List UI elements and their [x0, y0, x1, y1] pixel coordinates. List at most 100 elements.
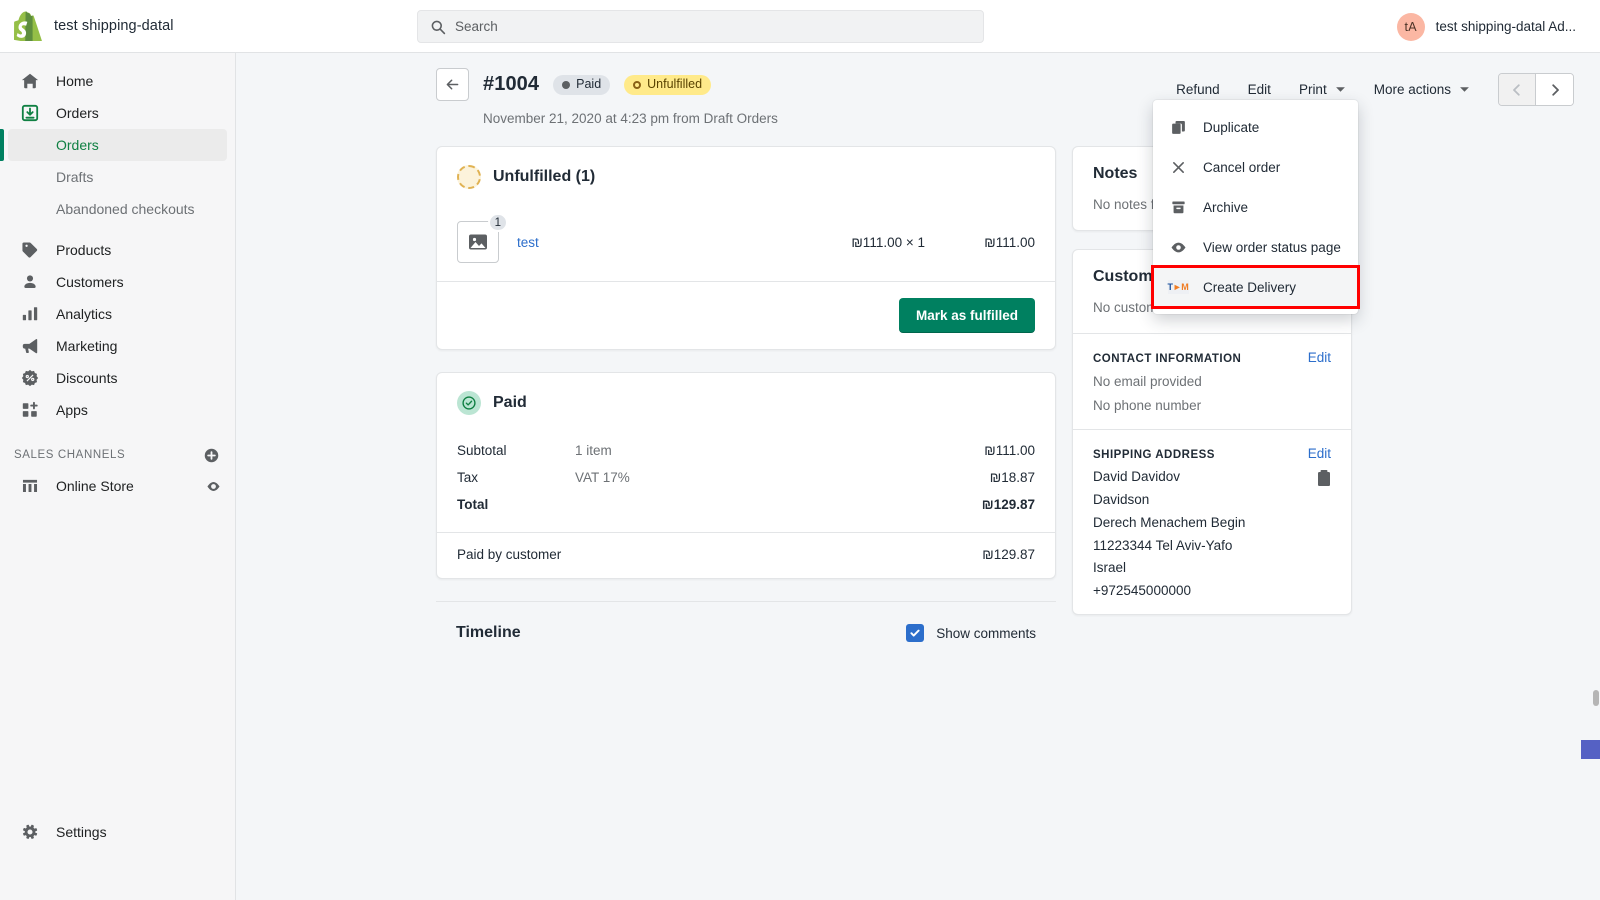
preview-store-icon[interactable]	[206, 479, 221, 494]
shipping-address-line: 11223344 Tel Aviv-Yafo	[1093, 537, 1233, 553]
analytics-icon	[20, 304, 40, 324]
sidebar-item-apps[interactable]: Apps	[8, 394, 227, 426]
previous-order-button[interactable]	[1499, 74, 1536, 105]
menu-item-cancel-order[interactable]: Cancel order	[1153, 147, 1358, 187]
shopify-admin-order-page: test shipping-datal Search tA test shipp…	[0, 0, 1600, 900]
status-dot-hollow	[633, 80, 642, 89]
sidebar-item-label: Apps	[56, 402, 88, 418]
discounts-icon	[20, 368, 40, 388]
sidebar-item-home[interactable]: Home	[8, 65, 227, 97]
print-label: Print	[1298, 82, 1327, 97]
sidebar-item-orders[interactable]: Orders	[8, 97, 227, 129]
order-pager	[1498, 73, 1574, 106]
totals-amount: ₪111.00	[984, 443, 1035, 458]
totals-row: Tax VAT 17% ₪18.87	[457, 464, 1035, 491]
scrollbar-thumb[interactable]	[1593, 690, 1599, 706]
products-icon	[20, 240, 40, 260]
paid-by-customer-amount: ₪129.87	[982, 547, 1035, 562]
sidebar-item-label: Orders	[56, 105, 99, 121]
eye-icon	[1168, 239, 1188, 256]
show-comments-checkbox[interactable]	[906, 624, 925, 642]
payment-card-title: Paid	[493, 394, 527, 411]
menu-item-label: Duplicate	[1203, 119, 1260, 135]
totals-amount: ₪18.87	[989, 470, 1035, 485]
shipping-address-line: Davidson	[1093, 492, 1150, 508]
refund-button[interactable]: Refund	[1162, 76, 1234, 103]
sidebar-item-discounts[interactable]: Discounts	[8, 362, 227, 394]
sidebar-item-label: Analytics	[56, 306, 113, 322]
print-button[interactable]: Print	[1285, 76, 1360, 103]
store-name: test shipping-datal	[54, 18, 174, 34]
show-comments-label: Show comments	[936, 625, 1036, 641]
sidebar-item-drafts[interactable]: Drafts	[8, 161, 227, 193]
next-order-button[interactable]	[1536, 74, 1573, 105]
menu-item-archive[interactable]: Archive	[1153, 187, 1358, 227]
menu-item-create-delivery[interactable]: T ►M Create Delivery	[1151, 265, 1360, 309]
payment-card-header: Paid	[437, 373, 1055, 433]
customers-icon	[20, 272, 40, 292]
menu-item-label: Archive	[1203, 199, 1249, 215]
shipping-address-line: Derech Menachem Begin	[1093, 514, 1246, 530]
sidebar-item-label: Home	[56, 73, 94, 89]
archive-icon	[1168, 199, 1188, 216]
sidebar-item-label: Online Store	[56, 478, 134, 494]
sidebar-item-products[interactable]: Products	[8, 234, 227, 266]
line-item-unit-price: ₪111.00 × 1	[851, 234, 925, 250]
fulfillment-card-title: Unfulfilled (1)	[493, 168, 596, 185]
totals-row: Total ₪129.87	[457, 491, 1035, 518]
fulfillment-card: Unfulfilled (1) 1 test ₪111.00 × 1 ₪111.…	[436, 146, 1056, 350]
shopify-logo-icon	[14, 11, 42, 41]
online-store-icon	[20, 476, 40, 496]
sidebar-item-abandoned-checkouts[interactable]: Abandoned checkouts	[8, 193, 227, 225]
copy-address-icon[interactable]	[1317, 470, 1331, 487]
main-column: Unfulfilled (1) 1 test ₪111.00 × 1 ₪111.…	[436, 146, 1056, 662]
menu-item-duplicate[interactable]: Duplicate	[1153, 107, 1358, 147]
timeline-section: Timeline Show comments	[436, 601, 1056, 662]
paid-status-icon	[457, 391, 481, 415]
totals-amount: ₪129.87	[981, 497, 1035, 512]
duplicate-icon	[1168, 119, 1188, 136]
shipping-address-section: SHIPPING ADDRESS Edit David Davidov Davi…	[1073, 429, 1351, 614]
paid-by-customer-label: Paid by customer	[457, 547, 562, 562]
more-actions-menu: Duplicate Cancel order Archive View orde…	[1151, 100, 1360, 314]
tdm-logo-icon: T ►M	[1167, 280, 1189, 294]
edit-shipping-link[interactable]: Edit	[1308, 446, 1331, 461]
sidebar-item-orders-sub[interactable]: Orders	[0, 129, 227, 161]
menu-item-view-order-status-page[interactable]: View order status page	[1153, 227, 1358, 267]
main-content: #1004 Paid Unfulfilled November 21, 2020…	[236, 53, 1600, 900]
more-actions-button[interactable]: More actions	[1360, 76, 1484, 103]
sidebar-item-customers[interactable]: Customers	[8, 266, 227, 298]
timeline-title: Timeline	[456, 624, 521, 641]
status-dot	[562, 80, 571, 89]
chevron-down-icon	[1335, 84, 1346, 95]
contact-phone: No phone number	[1093, 398, 1202, 414]
more-actions-label: More actions	[1373, 82, 1451, 97]
totals-row: Subtotal 1 item ₪111.00	[457, 437, 1035, 464]
sidebar-item-marketing[interactable]: Marketing	[8, 330, 227, 362]
line-item-name[interactable]: test	[517, 235, 539, 250]
contact-information-section: CONTACT INFORMATION Edit No email provid…	[1073, 333, 1351, 429]
user-menu-button[interactable]: tA test shipping-datal Ad...	[1391, 10, 1582, 43]
edit-button[interactable]: Edit	[1234, 76, 1285, 103]
back-button[interactable]	[436, 68, 469, 101]
search-input[interactable]: Search	[417, 10, 984, 43]
status-badge-paid: Paid	[553, 74, 611, 95]
paid-by-customer-row: Paid by customer ₪129.87	[437, 533, 1055, 578]
store-brand[interactable]: test shipping-datal	[0, 0, 236, 53]
mark-as-fulfilled-button[interactable]: Mark as fulfilled	[898, 298, 1035, 333]
product-thumbnail: 1	[457, 213, 508, 263]
sidebar-item-settings[interactable]: Settings	[8, 816, 228, 848]
menu-item-label: View order status page	[1203, 239, 1341, 255]
settings-row: Settings	[0, 816, 236, 848]
menu-item-label: Cancel order	[1203, 159, 1281, 175]
shipping-address-line: Israel	[1093, 560, 1127, 576]
sidebar-item-analytics[interactable]: Analytics	[8, 298, 227, 330]
sidebar-item-online-store[interactable]: Online Store	[8, 470, 227, 502]
marketing-icon	[20, 336, 40, 356]
add-sales-channel-icon[interactable]	[204, 448, 219, 463]
sidebar-item-label: Marketing	[56, 338, 118, 354]
sidebar-item-label: Abandoned checkouts	[56, 201, 195, 217]
status-badge-unfulfilled: Unfulfilled	[624, 74, 712, 95]
edit-contact-link[interactable]: Edit	[1308, 350, 1331, 365]
bottom-app-bar	[1581, 740, 1600, 759]
